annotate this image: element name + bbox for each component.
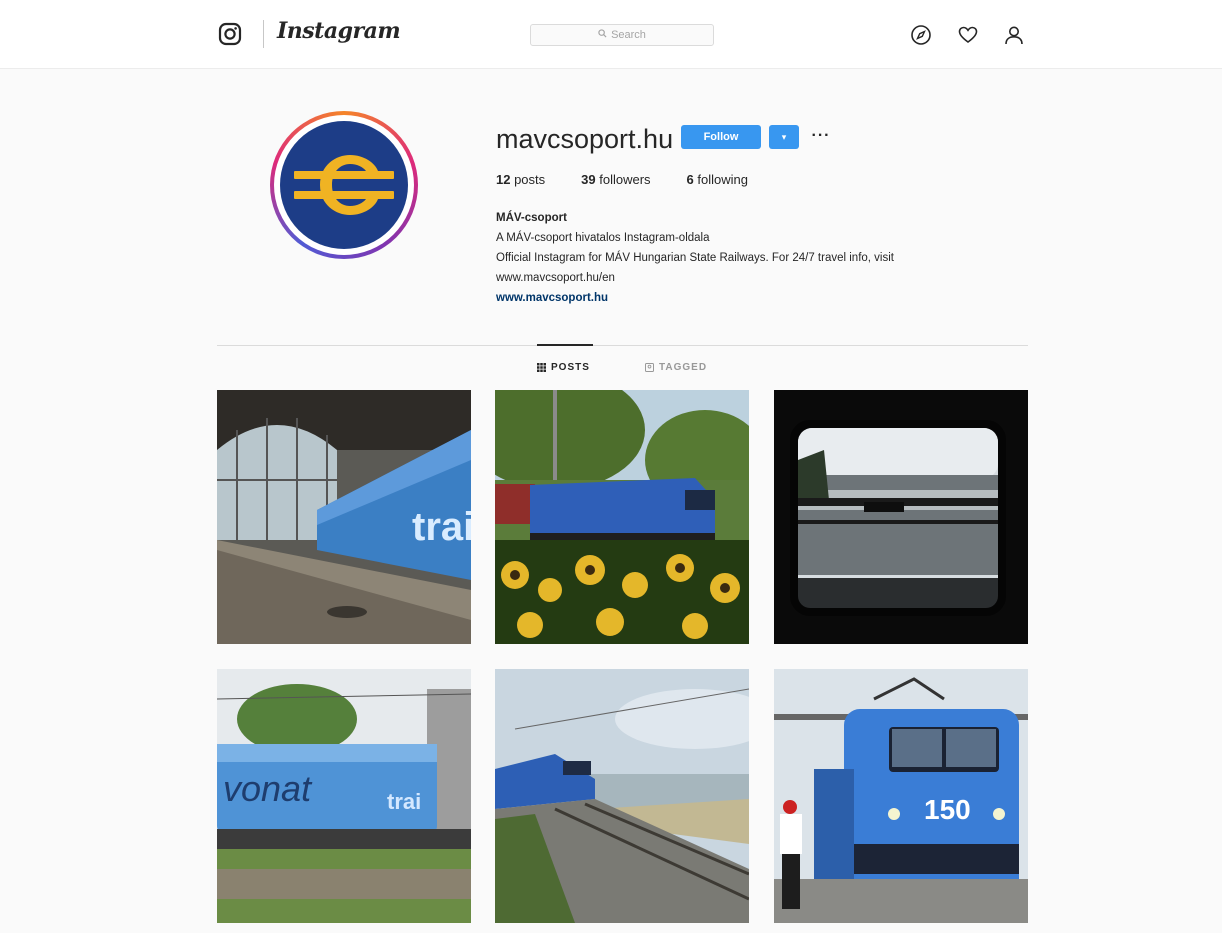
post-sunflower-train[interactable] (495, 390, 749, 644)
post-vonat-train[interactable]: vonat trai (217, 669, 471, 923)
bio-full-name: MÁV-csoport (496, 212, 567, 224)
search-input[interactable]: Search (530, 24, 714, 46)
profile-username: mavcsoport.hu (496, 124, 674, 154)
tab-posts-label: POSTS (551, 362, 590, 373)
tabs-divider (217, 345, 1028, 346)
post-lakeside-rail[interactable] (495, 669, 749, 923)
train-livery-text: trai (412, 505, 471, 549)
post-image (495, 669, 749, 923)
compass-icon[interactable] (910, 24, 932, 46)
post-image: trai (217, 390, 471, 644)
tab-posts[interactable]: POSTS (537, 362, 590, 373)
bio-line: www.mavcsoport.hu/en (496, 272, 615, 284)
post-station-train[interactable]: trai (217, 390, 471, 644)
grid-icon (537, 363, 546, 372)
post-150-locomotive[interactable]: 150 (774, 669, 1028, 923)
tab-tagged[interactable]: TAGGED (645, 362, 707, 373)
profile-bio: MÁV-csoport A MÁV-csoport hivatalos Inst… (496, 208, 894, 308)
bio-website-link[interactable]: www.mavcsoport.hu (496, 288, 894, 308)
search-placeholder: Search (611, 29, 646, 41)
more-options-button[interactable]: ··· (811, 126, 831, 146)
post-image: 150 (774, 669, 1028, 923)
instagram-wordmark[interactable]: Instagram (277, 18, 401, 44)
locomotive-number-text: 150 (924, 794, 971, 825)
followers-count-value: 39 (581, 172, 596, 187)
posts-count-value: 12 (496, 172, 511, 187)
user-icon[interactable] (1003, 24, 1025, 46)
following-count-value: 6 (686, 172, 694, 187)
profile-stats: 12 posts 39 followers 6 following (496, 172, 784, 187)
posts-count: 12 posts (496, 172, 545, 187)
heart-icon[interactable] (957, 24, 979, 46)
profile-avatar[interactable] (270, 111, 418, 259)
train-livery-text: vonat (223, 768, 313, 809)
bio-line: Official Instagram for MÁV Hungarian Sta… (496, 252, 894, 264)
post-image: vonat trai (217, 669, 471, 923)
followers-count[interactable]: 39 followers (581, 172, 650, 187)
train-livery-text-secondary: trai (387, 789, 421, 814)
suggestions-dropdown-button[interactable]: ▾ (769, 125, 799, 149)
avatar-inner (274, 115, 414, 255)
following-count[interactable]: 6 following (687, 172, 748, 187)
bio-line: A MÁV-csoport hivatalos Instagram-oldala (496, 232, 710, 244)
logo-divider (263, 20, 264, 48)
active-tab-indicator (537, 344, 593, 346)
following-count-label: following (693, 172, 748, 187)
tagged-icon (645, 363, 654, 372)
posts-count-label: posts (510, 172, 546, 187)
mav-logo-icon (280, 121, 408, 249)
post-image (774, 390, 1028, 644)
post-window-lake[interactable] (774, 390, 1028, 644)
followers-count-label: followers (595, 172, 651, 187)
instagram-glyph-icon[interactable] (218, 22, 242, 46)
follow-button[interactable]: Follow (681, 125, 761, 149)
tab-tagged-label: TAGGED (659, 362, 708, 373)
post-image (495, 390, 749, 644)
top-navbar: Instagram Search (0, 0, 1222, 69)
search-icon (598, 29, 607, 41)
